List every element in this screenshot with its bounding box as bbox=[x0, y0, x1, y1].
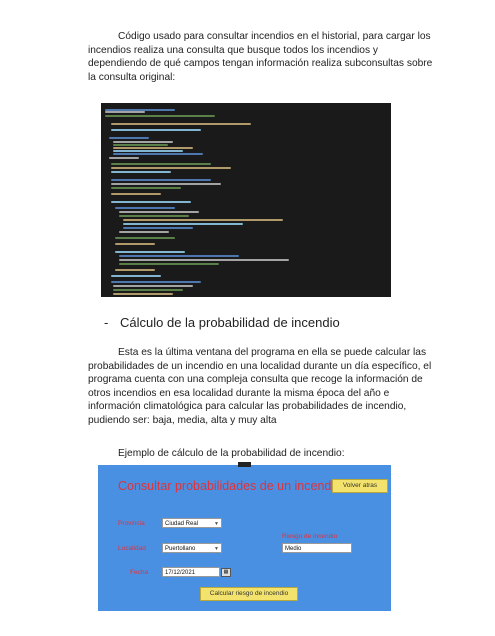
code-line bbox=[115, 269, 155, 271]
code-line bbox=[109, 157, 139, 159]
code-screenshot bbox=[101, 103, 391, 297]
code-line bbox=[111, 123, 251, 125]
date-value: 17/12/2021 bbox=[165, 570, 196, 576]
locality-value: Puertollano bbox=[165, 546, 196, 552]
chevron-down-icon: ▼ bbox=[214, 546, 219, 552]
code-line bbox=[123, 227, 193, 229]
date-label: Fecha bbox=[130, 569, 149, 576]
locality-label: Localidad bbox=[118, 545, 146, 552]
code-line bbox=[123, 223, 243, 225]
code-line bbox=[111, 187, 181, 189]
date-input[interactable]: 17/12/2021 bbox=[162, 567, 220, 577]
app-title: Consultar probabilidades de un incendio bbox=[118, 479, 342, 493]
code-line bbox=[113, 293, 173, 295]
code-line bbox=[111, 193, 161, 195]
province-select[interactable]: Ciudad Real ▼ bbox=[162, 518, 222, 528]
code-line bbox=[119, 211, 199, 213]
code-line bbox=[111, 167, 231, 169]
heading-text: Cálculo de la probabilidad de incendio bbox=[120, 315, 340, 330]
risk-label: Riesgo de incendio bbox=[282, 533, 338, 540]
calendar-icon[interactable]: ▦ bbox=[221, 568, 231, 577]
code-line bbox=[105, 111, 145, 113]
code-line bbox=[111, 201, 191, 203]
code-line bbox=[115, 237, 175, 239]
body-paragraph: Esta es la última ventana del programa e… bbox=[88, 347, 432, 426]
code-line bbox=[113, 150, 183, 152]
section-heading: - Cálculo de la probabilidad de incendio bbox=[104, 315, 340, 330]
province-label: Provincia bbox=[118, 520, 145, 527]
app-window-screenshot: Consultar probabilidades de un incendio … bbox=[98, 462, 391, 611]
code-line bbox=[111, 163, 211, 165]
code-line bbox=[115, 251, 185, 253]
code-line bbox=[119, 231, 169, 233]
code-line bbox=[113, 289, 183, 291]
example-caption: Ejemplo de cálculo de la probabilidad de… bbox=[118, 448, 345, 459]
code-line bbox=[111, 179, 211, 181]
code-line bbox=[119, 215, 189, 217]
code-line bbox=[111, 281, 201, 283]
chevron-down-icon: ▼ bbox=[214, 521, 219, 527]
code-line bbox=[111, 183, 221, 185]
intro-paragraph: Código usado para consultar incendios en… bbox=[88, 31, 433, 83]
code-line bbox=[119, 263, 219, 265]
back-button[interactable]: Volver atras bbox=[332, 479, 388, 493]
code-line bbox=[111, 129, 201, 131]
locality-select[interactable]: Puertollano ▼ bbox=[162, 543, 222, 553]
risk-value: Medio bbox=[285, 546, 302, 552]
code-line bbox=[105, 115, 215, 117]
code-line bbox=[119, 255, 239, 257]
code-line bbox=[119, 259, 289, 261]
code-line bbox=[113, 285, 193, 287]
code-line bbox=[111, 171, 171, 173]
code-line bbox=[123, 219, 283, 221]
code-line bbox=[109, 137, 149, 139]
code-line bbox=[115, 207, 175, 209]
heading-bullet: - bbox=[104, 315, 109, 330]
window-grip bbox=[238, 462, 251, 467]
code-line bbox=[113, 147, 193, 149]
risk-output: Medio bbox=[282, 543, 352, 553]
province-value: Ciudad Real bbox=[165, 521, 199, 527]
calculate-button[interactable]: Calcular riesgo de incendio bbox=[200, 587, 298, 601]
code-line bbox=[113, 153, 203, 155]
code-line bbox=[113, 144, 168, 146]
code-line bbox=[111, 275, 161, 277]
code-line bbox=[115, 243, 155, 245]
code-line bbox=[113, 141, 173, 143]
